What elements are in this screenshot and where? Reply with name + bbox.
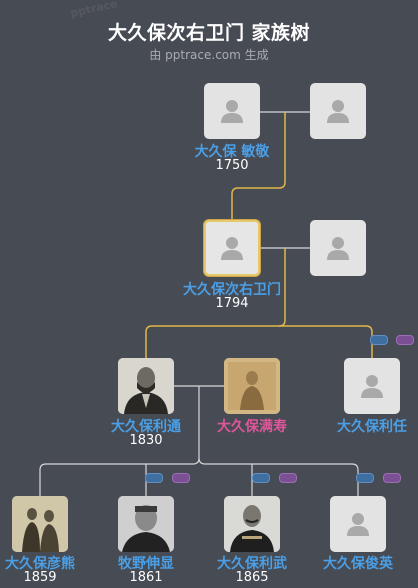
portrait-photo (224, 358, 280, 414)
person-card-selected-jiuemon[interactable] (204, 220, 260, 276)
relation-badge[interactable] (172, 473, 190, 483)
relation-badge[interactable] (279, 473, 297, 483)
birth-year: 1830 (129, 433, 163, 448)
birth-year: 1859 (23, 570, 57, 585)
person-name[interactable]: 大久保利任 (337, 416, 407, 436)
person-card-nobuaki[interactable] (118, 496, 174, 552)
relation-badge[interactable] (356, 473, 374, 483)
person-card-toshitake[interactable] (224, 496, 280, 552)
birth-year: 1794 (215, 296, 249, 311)
birth-year: 1861 (129, 570, 163, 585)
person-placeholder-icon (221, 237, 243, 260)
person-placeholder-icon (347, 513, 369, 536)
person-name[interactable]: 大久保满寿 (217, 416, 287, 436)
relation-badge[interactable] (370, 335, 388, 345)
person-card-toshimichi[interactable] (118, 358, 174, 414)
person-placeholder-icon (361, 375, 383, 398)
portrait-photo (118, 496, 174, 552)
person-card-spouse-g2[interactable] (310, 220, 366, 276)
person-card-masu[interactable] (224, 358, 280, 414)
birth-year: 1865 (235, 570, 269, 585)
person-card-toshitaka[interactable] (204, 83, 260, 139)
person-card-toshito[interactable] (344, 358, 400, 414)
relation-badge[interactable] (396, 335, 414, 345)
portrait-photo (118, 358, 174, 414)
portrait-photo (12, 496, 68, 552)
person-card-spouse-g1[interactable] (310, 83, 366, 139)
person-placeholder-icon (221, 100, 243, 123)
person-placeholder-icon (327, 237, 349, 260)
relation-badge[interactable] (383, 473, 401, 483)
person-card-hikoguma[interactable] (12, 496, 68, 552)
person-name[interactable]: 大久保俊英 (323, 553, 393, 573)
relation-badge[interactable] (145, 473, 163, 483)
person-card-toshihide[interactable] (330, 496, 386, 552)
birth-year: 1750 (215, 158, 249, 173)
relation-badge[interactable] (252, 473, 270, 483)
portrait-photo (224, 496, 280, 552)
person-placeholder-icon (327, 100, 349, 123)
